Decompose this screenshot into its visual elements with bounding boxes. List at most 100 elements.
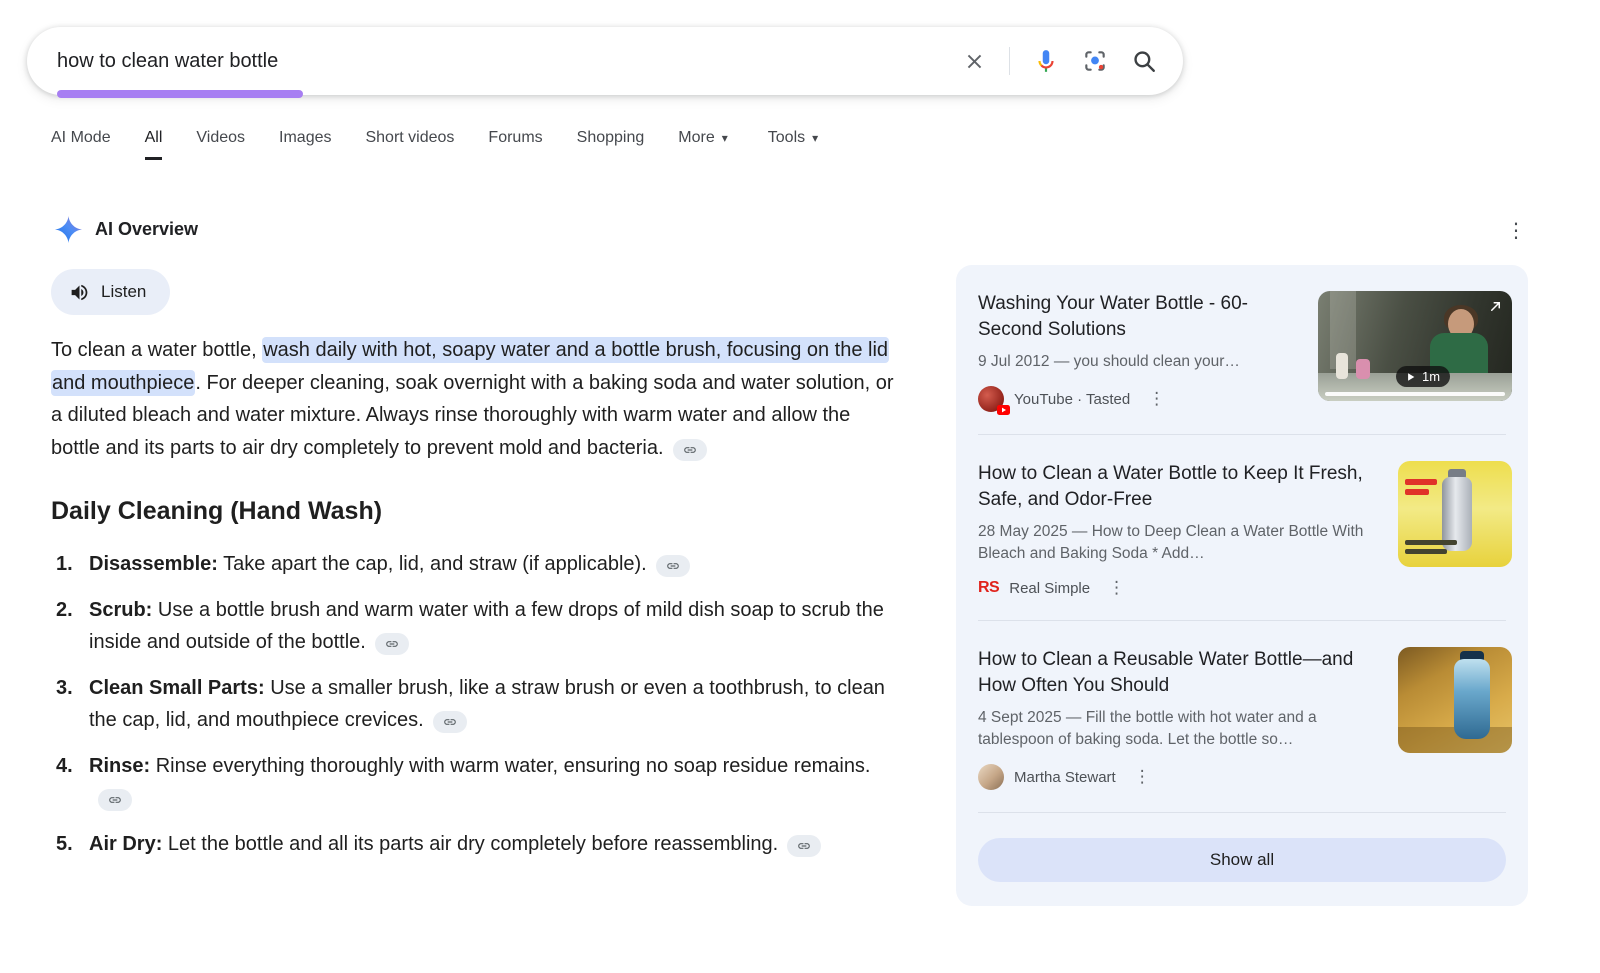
loading-progress-bar [57, 90, 303, 98]
step-number: 2. [56, 594, 73, 627]
tab-images[interactable]: Images [279, 129, 331, 160]
thumbnail-art [1405, 479, 1437, 485]
tab-label: Shopping [577, 129, 645, 147]
step-item: 2. Scrub: Use a bottle brush and warm wat… [51, 594, 903, 659]
tab-label: AI Mode [51, 129, 111, 147]
step-text: Use a bottle brush and warm water with a… [89, 599, 884, 654]
tab-label: Images [279, 129, 331, 147]
step-number: 3. [56, 672, 73, 705]
card-title[interactable]: How to Clean a Water Bottle to Keep It F… [978, 461, 1380, 512]
step-item: 1. Disassemble: Take apart the cap, lid, … [51, 548, 903, 581]
chevron-down-icon: ▾ [722, 132, 728, 144]
card-divider [978, 812, 1506, 813]
listen-button[interactable]: Listen [51, 269, 170, 315]
tab-label: All [145, 129, 163, 147]
search-bar [27, 27, 1183, 95]
source-card: How to Clean a Reusable Water Bottle—and… [956, 621, 1528, 812]
link-icon [108, 793, 122, 807]
source-link-chip[interactable] [98, 789, 132, 811]
martha-stewart-avatar [978, 764, 1004, 790]
step-label: Disassemble: [89, 553, 218, 575]
thumbnail-art [1454, 659, 1490, 739]
step-text: Let the bottle and all its parts air dry… [168, 833, 778, 855]
thumbnail-art [1405, 540, 1457, 545]
card-text: Washing Your Water Bottle - 60-Second So… [978, 291, 1300, 412]
card-menu-button[interactable]: ⋮ [1104, 578, 1129, 598]
show-all-button[interactable]: Show all [978, 838, 1506, 882]
section-heading: Daily Cleaning (Hand Wash) [51, 497, 903, 526]
tab-tools[interactable]: Tools▾ [768, 129, 818, 160]
search-submit-button[interactable] [1131, 48, 1157, 74]
step-item: 3.Clean Small Parts: Use a smaller brush… [51, 672, 903, 737]
source-row: Martha Stewart ⋮ [978, 764, 1380, 790]
step-number: 1. [56, 548, 73, 581]
link-icon [443, 715, 457, 729]
card-title[interactable]: How to Clean a Reusable Water Bottle—and… [978, 647, 1380, 698]
speaker-icon [69, 282, 90, 303]
step-item: 4. Rinse: Rinse everything thoroughly wit… [51, 750, 903, 815]
thumbnail-art [1405, 489, 1429, 495]
card-text: How to Clean a Reusable Water Bottle—and… [978, 647, 1380, 790]
tab-ai-mode[interactable]: AI Mode [51, 129, 111, 160]
tab-videos[interactable]: Videos [196, 129, 245, 160]
source-link-chip[interactable] [787, 835, 821, 857]
tab-more[interactable]: More ▾ [678, 129, 727, 160]
step-text: Take apart the cap, lid, and straw (if a… [223, 553, 647, 575]
source-card: Washing Your Water Bottle - 60-Second So… [956, 265, 1528, 434]
intro-text: To clean a water bottle, [51, 339, 262, 361]
source-link-chip[interactable] [375, 633, 409, 655]
link-icon [666, 559, 680, 573]
kebab-icon: ⋮ [1108, 578, 1125, 597]
search-bar-divider [1009, 47, 1010, 75]
card-menu-button[interactable]: ⋮ [1144, 389, 1169, 409]
article-thumbnail[interactable] [1398, 461, 1512, 567]
video-thumbnail[interactable]: 1m [1318, 291, 1512, 401]
article-thumbnail[interactable] [1398, 647, 1512, 753]
youtube-play-badge [997, 405, 1010, 415]
card-snippet: 9 Jul 2012 — you should clean your… [978, 351, 1300, 373]
search-icon [1131, 48, 1157, 74]
step-label: Rinse: [89, 755, 150, 777]
google-lens-button[interactable] [1082, 48, 1108, 74]
tab-shopping[interactable]: Shopping [577, 129, 645, 160]
source-row: RS Real Simple ⋮ [978, 578, 1380, 598]
tab-all[interactable]: All [145, 129, 163, 160]
source-link-chip[interactable] [433, 711, 467, 733]
play-icon [1406, 372, 1416, 382]
tab-label: More [678, 129, 714, 147]
step-number: 4. [56, 750, 73, 783]
voice-search-button[interactable] [1033, 48, 1059, 74]
kebab-icon: ⋮ [1148, 389, 1165, 408]
close-icon [963, 50, 986, 73]
play-duration-badge: 1m [1396, 366, 1450, 387]
link-icon [797, 839, 811, 853]
tab-forums[interactable]: Forums [488, 129, 542, 160]
source-card: How to Clean a Water Bottle to Keep It F… [956, 435, 1528, 620]
thumbnail-art [1405, 549, 1447, 554]
link-icon [385, 637, 399, 651]
sources-panel: Washing Your Water Bottle - 60-Second So… [956, 265, 1528, 906]
overview-paragraph: To clean a water bottle, wash daily with… [51, 334, 903, 464]
card-title[interactable]: Washing Your Water Bottle - 60-Second So… [978, 291, 1300, 342]
chevron-down-icon: ▾ [812, 132, 818, 144]
step-label: Clean Small Parts: [89, 677, 265, 699]
kebab-icon: ⋮ [1134, 767, 1151, 786]
step-label: Scrub: [89, 599, 152, 621]
results-tabs: AI Mode All Videos Images Short videos F… [51, 129, 818, 160]
step-text: Rinse everything thoroughly with warm wa… [156, 755, 871, 777]
expand-icon [1488, 299, 1503, 314]
source-link-chip[interactable] [656, 555, 690, 577]
ai-overview-header: AI Overview [55, 216, 198, 243]
card-snippet: 28 May 2025 — How to Deep Clean a Water … [978, 521, 1380, 565]
search-input[interactable] [57, 50, 963, 73]
thumbnail-art [1336, 353, 1348, 379]
youtube-channel-avatar [978, 386, 1004, 412]
tab-short-videos[interactable]: Short videos [365, 129, 454, 160]
card-menu-button[interactable]: ⋮ [1130, 767, 1155, 787]
clear-search-button[interactable] [963, 50, 986, 73]
source-name: YouTube · Tasted [1014, 391, 1130, 408]
source-link-chip[interactable] [673, 439, 707, 461]
google-search-results-page: AI Mode All Videos Images Short videos F… [0, 0, 1600, 973]
ai-overview-title: AI Overview [95, 219, 198, 240]
overview-menu-button[interactable]: ⋮ [1506, 218, 1526, 243]
